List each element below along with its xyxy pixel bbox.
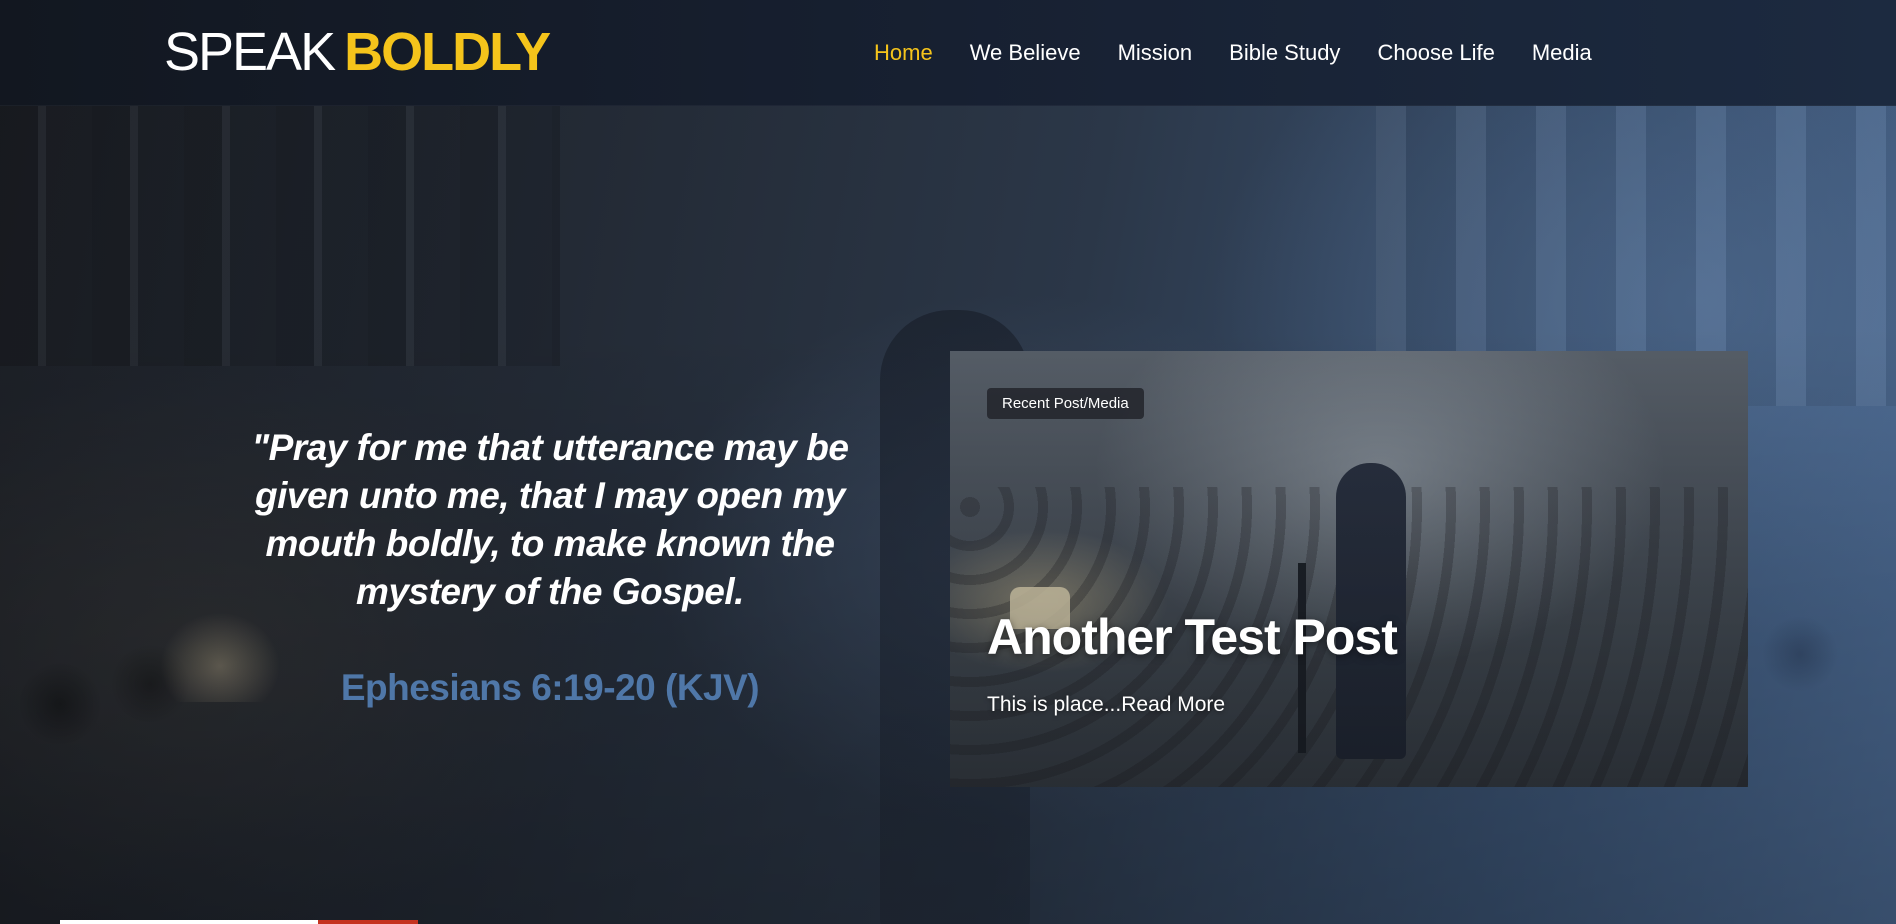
post-excerpt: This is place...Read More	[987, 691, 1225, 719]
nav-item-we-believe[interactable]: We Believe	[970, 38, 1081, 68]
logo-bold-text: BOLDLY	[344, 22, 551, 82]
logo-regular-text: SPEAK	[164, 22, 336, 82]
site-header: SPEAK BOLDLY Home We Believe Mission Bibl…	[0, 0, 1896, 106]
next-section-edge-accent	[318, 920, 418, 924]
nav-item-media[interactable]: Media	[1532, 38, 1592, 68]
nav-item-home[interactable]: Home	[874, 38, 933, 68]
read-more-link[interactable]: Read More	[1121, 693, 1225, 716]
nav-item-bible-study[interactable]: Bible Study	[1229, 38, 1340, 68]
scripture-reference: Ephesians 6:19-20 (KJV)	[340, 667, 760, 708]
hero-quote: "Pray for me that utterance may be given…	[251, 427, 849, 612]
recent-post-card[interactable]: Recent Post/Media Another Test Post This…	[950, 351, 1748, 787]
post-title[interactable]: Another Test Post	[987, 609, 1398, 665]
nav-item-choose-life[interactable]: Choose Life	[1377, 38, 1494, 68]
recent-post-badge: Recent Post/Media	[987, 388, 1144, 419]
main-nav: Home We Believe Mission Bible Study Choo…	[874, 38, 1629, 68]
nav-item-mission[interactable]: Mission	[1118, 38, 1193, 68]
post-excerpt-text: This is place...	[987, 693, 1122, 716]
next-section-edge	[60, 920, 318, 924]
site-logo[interactable]: SPEAK BOLDLY	[164, 22, 551, 82]
